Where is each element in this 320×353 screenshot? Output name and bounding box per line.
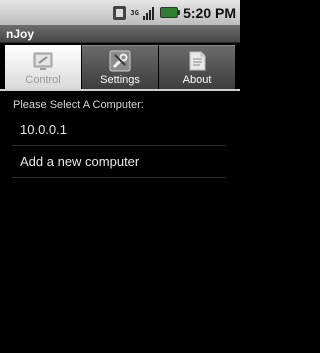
settings-icon [109, 50, 131, 72]
title-bar: nJoy [0, 25, 240, 43]
app-title: nJoy [6, 27, 35, 41]
select-computer-prompt: Please Select A Computer: [13, 99, 144, 111]
about-icon [189, 51, 206, 71]
list-item-computer[interactable]: 10.0.0.1 [12, 114, 226, 146]
tab-control-label: Control [25, 74, 61, 86]
battery-icon [160, 7, 181, 18]
signal-strength-icon [143, 6, 157, 20]
tab-underline [0, 89, 240, 91]
status-bar: 3G 5:20 PM [0, 0, 240, 25]
computer-list: 10.0.0.1 Add a new computer [12, 114, 226, 178]
list-item-add-computer[interactable]: Add a new computer [12, 146, 226, 178]
tab-bar: Control Settings About [5, 45, 235, 89]
tab-settings-label: Settings [100, 74, 140, 86]
tab-about-label: About [182, 74, 212, 86]
status-clock: 5:20 PM [183, 4, 236, 21]
tab-about[interactable]: About [159, 45, 235, 89]
tab-settings[interactable]: Settings [82, 45, 158, 89]
tab-control[interactable]: Control [5, 45, 81, 89]
control-icon [33, 52, 53, 70]
network-type-icon: 3G [130, 8, 139, 17]
sim-card-icon [113, 5, 127, 20]
